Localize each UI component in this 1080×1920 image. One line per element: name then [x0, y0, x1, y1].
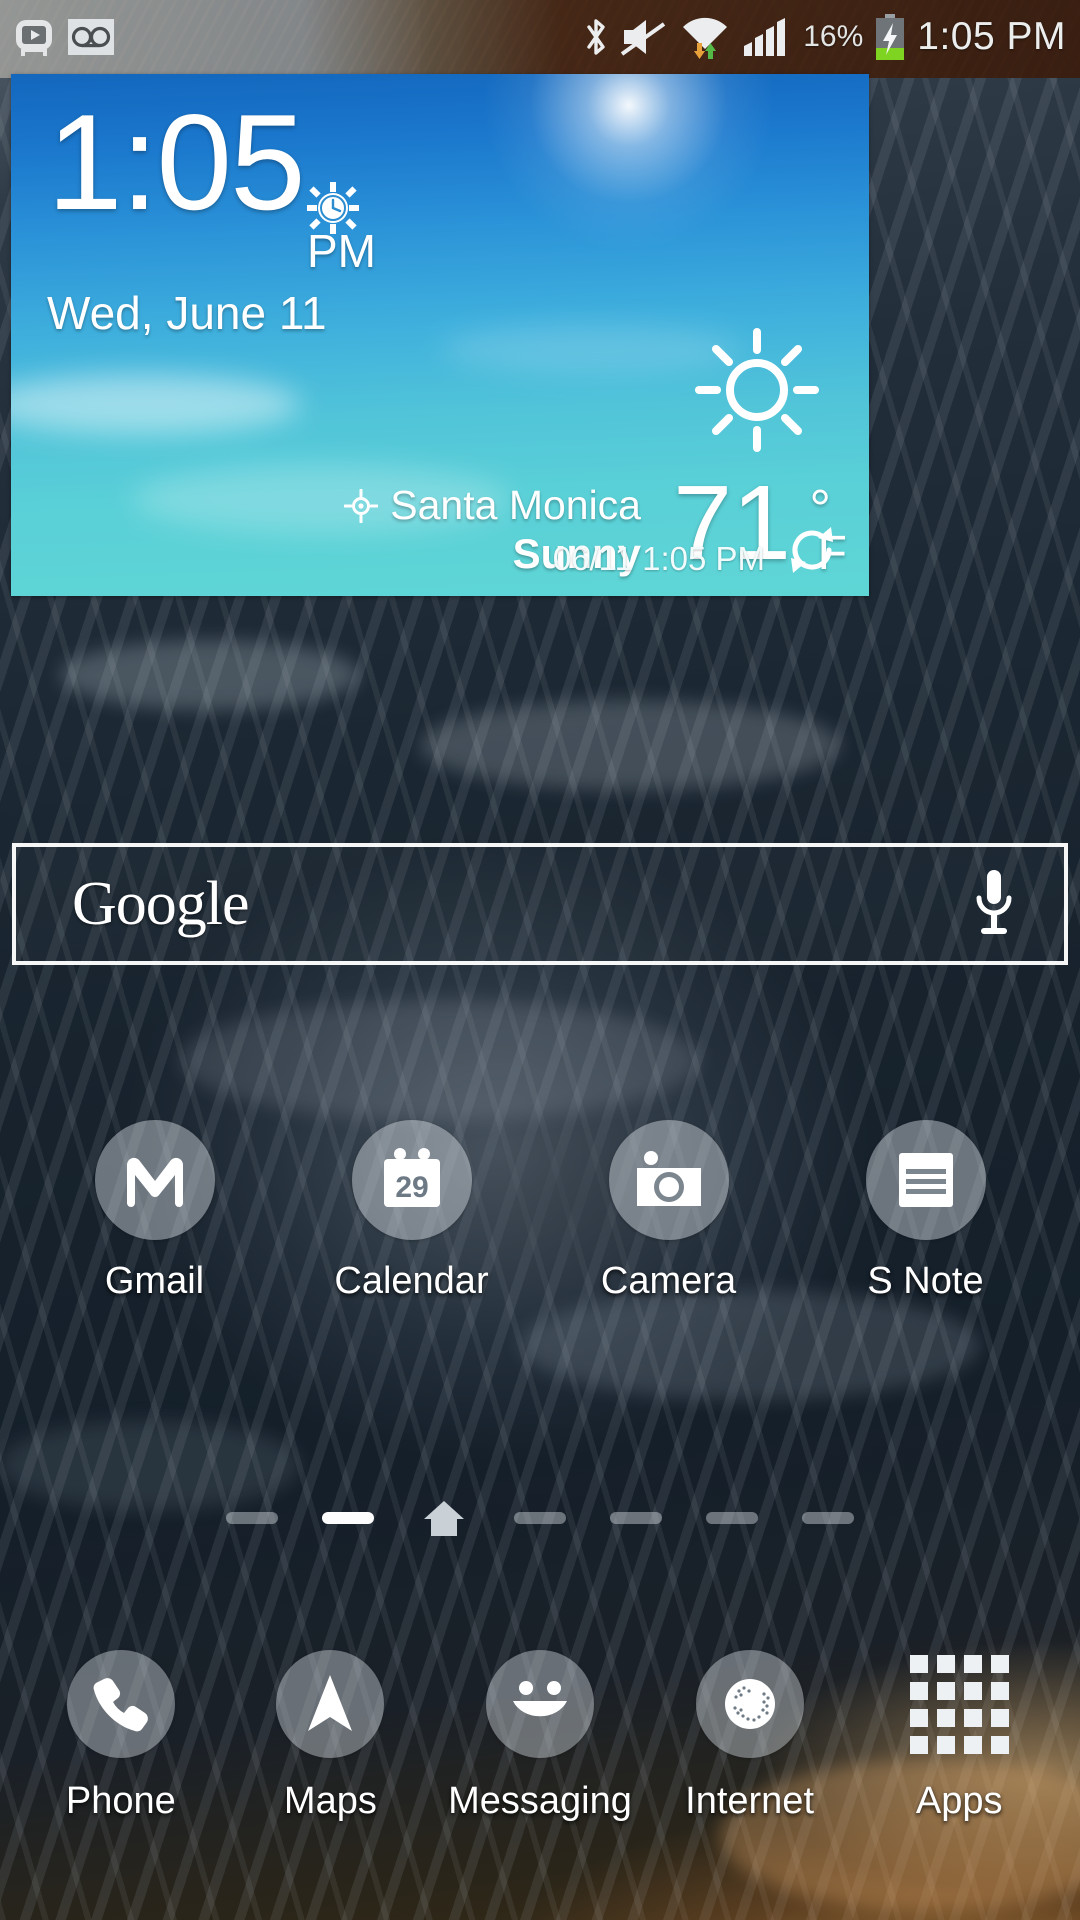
widget-clock-meridiem: PM — [307, 225, 376, 277]
widget-updated-timestamp: 06/11 1:05 PM — [552, 540, 765, 577]
app-s-note[interactable]: S Note — [817, 1120, 1035, 1303]
app-icon-row: Gmail 29 Calendar Camera S Note — [0, 1120, 1080, 1303]
app-calendar[interactable]: 29 Calendar — [303, 1120, 521, 1303]
widget-cloud-wisp — [11, 374, 301, 434]
cellular-signal-icon — [744, 18, 786, 56]
svg-text:29: 29 — [395, 1171, 428, 1204]
dock-icon-background — [485, 1650, 594, 1758]
widget-location[interactable]: Santa Monica — [344, 482, 641, 529]
globe-icon — [724, 1679, 775, 1729]
dock-label: Maps — [283, 1780, 377, 1822]
cloud-wisp — [520, 1290, 980, 1400]
calendar-icon: 29 — [383, 1148, 440, 1207]
dock-icon-background — [905, 1650, 1013, 1758]
status-bar-clock: 1:05 PM — [917, 15, 1066, 58]
cloud-wisp — [60, 640, 360, 710]
dock-label: Phone — [65, 1780, 176, 1822]
page-dot[interactable] — [706, 1512, 758, 1524]
dock-maps[interactable]: Maps — [237, 1650, 423, 1823]
status-bar-left-icons — [14, 16, 114, 58]
bluetooth-icon — [587, 19, 605, 55]
app-icon-background: 29 — [351, 1120, 472, 1240]
battery-percent-label: 16% — [803, 20, 864, 53]
dock-messaging[interactable]: Messaging — [447, 1650, 633, 1823]
wifi-icon — [683, 17, 728, 59]
voicemail-icon — [68, 19, 114, 55]
app-label: S Note — [867, 1260, 984, 1302]
app-camera[interactable]: Camera — [560, 1120, 778, 1303]
page-dot[interactable] — [514, 1512, 566, 1524]
app-label: Gmail — [104, 1260, 205, 1302]
dock-apps[interactable]: Apps — [866, 1650, 1052, 1823]
status-bar[interactable]: 16% 1:05 PM — [0, 0, 1080, 74]
app-label: Camera — [600, 1260, 737, 1302]
refresh-icon[interactable] — [785, 523, 839, 582]
screen-recorder-icon — [16, 20, 52, 56]
page-dot[interactable] — [802, 1512, 854, 1524]
gmail-icon — [126, 1157, 183, 1207]
microphone-icon[interactable] — [972, 868, 1016, 940]
weather-clock-widget[interactable]: 1:05 PM Wed, June 11 Santa Monica Sunny … — [11, 74, 869, 596]
google-logo-text: Google — [72, 869, 250, 938]
dock-phone[interactable]: Phone — [28, 1650, 214, 1823]
home-icon — [424, 1501, 464, 1536]
page-dot[interactable] — [226, 1512, 278, 1524]
s-note-icon — [898, 1153, 953, 1207]
app-gmail[interactable]: Gmail — [46, 1120, 264, 1303]
home-page-indicator[interactable] — [418, 1498, 470, 1538]
google-search-bar[interactable]: Google — [12, 843, 1068, 965]
app-label: Calendar — [334, 1260, 489, 1302]
dock-label: Messaging — [448, 1780, 632, 1822]
navigation-arrow-icon — [308, 1675, 353, 1731]
dock-label: Apps — [915, 1780, 1003, 1822]
widget-location-label: Santa Monica — [390, 482, 641, 528]
page-dot[interactable] — [610, 1512, 662, 1524]
dock-internet[interactable]: Internet — [657, 1650, 843, 1823]
cloud-wisp — [0, 1420, 300, 1510]
page-indicator[interactable] — [0, 1498, 1080, 1538]
sunny-icon — [693, 326, 821, 459]
phone-icon — [93, 1678, 148, 1732]
page-dot-active[interactable] — [322, 1512, 374, 1524]
cloud-wisp — [180, 1000, 700, 1120]
sound-mute-icon — [621, 20, 666, 56]
app-icon-background — [94, 1120, 215, 1240]
dock: Phone Maps Messaging Internet Apps — [0, 1650, 1080, 1823]
location-crosshair-icon — [344, 488, 379, 523]
battery-charging-icon — [876, 14, 905, 60]
dock-icon-background — [695, 1650, 804, 1758]
dock-icon-background — [66, 1650, 175, 1758]
widget-date[interactable]: Wed, June 11 — [47, 286, 327, 340]
dock-label: Internet — [685, 1780, 815, 1822]
widget-clock-time[interactable]: 1:05 — [47, 94, 306, 230]
smiley-face-icon — [512, 1681, 567, 1717]
cloud-wisp — [420, 700, 840, 790]
dock-icon-background — [276, 1650, 385, 1758]
status-bar-right-icons: 16% 1:05 PM — [583, 14, 1066, 60]
app-icon-background — [608, 1120, 729, 1240]
apps-grid-icon — [909, 1654, 1009, 1754]
app-icon-background — [865, 1120, 986, 1240]
camera-icon — [636, 1151, 701, 1206]
